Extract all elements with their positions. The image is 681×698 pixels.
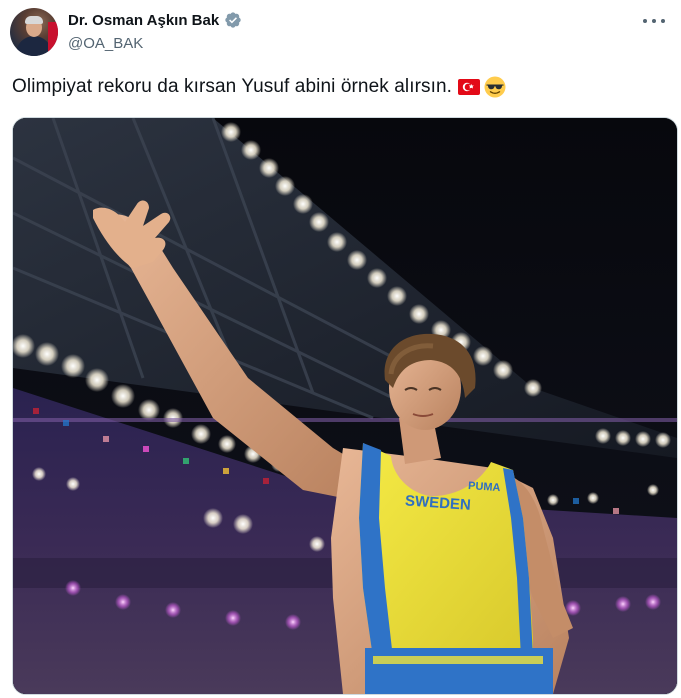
verified-badge-icon [225,12,241,28]
turkish-flag-icon [458,79,481,95]
athlete-photo-image: SWEDEN PUMA [13,118,677,694]
author-name[interactable]: Dr. Osman Aşkın Bak [68,12,219,29]
svg-text:PUMA: PUMA [468,480,501,494]
tweet-card[interactable]: Dr. Osman Aşkın Bak @OA_BAK Olimpiyat re… [0,0,681,698]
more-options-icon[interactable] [643,12,665,30]
author-avatar[interactable] [10,8,58,56]
sunglasses-face-icon [484,76,506,98]
tweet-photo[interactable]: SWEDEN PUMA [12,117,678,695]
author-handle[interactable]: @OA_BAK [68,35,143,52]
author-name-row[interactable]: Dr. Osman Aşkın Bak [68,11,242,29]
tweet-text-row: Olimpiyat rekoru da kırsan Yusuf abini ö… [12,76,506,98]
tweet-text: Olimpiyat rekoru da kırsan Yusuf abini ö… [12,76,453,97]
